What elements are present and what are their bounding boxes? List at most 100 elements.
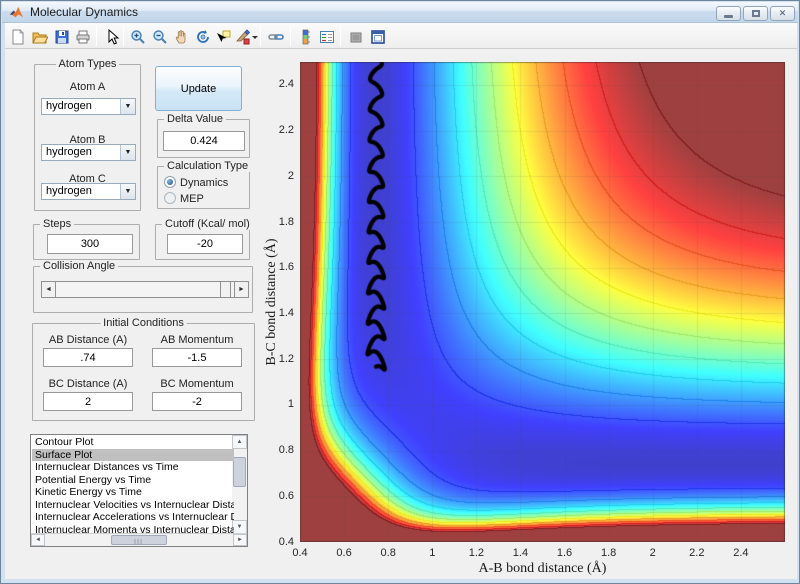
slider-left-arrow[interactable]: ◄	[42, 282, 56, 297]
y-tick-label: 1.6	[278, 261, 294, 274]
slider-thumb[interactable]	[220, 282, 231, 297]
collision-angle-slider[interactable]: ◄ ►	[41, 281, 249, 298]
link-plot-icon[interactable]	[266, 27, 286, 46]
scroll-up-icon[interactable]: ▲	[232, 435, 247, 449]
close-button[interactable]: ✕	[770, 6, 795, 21]
group-title: Cutoff (Kcal/ mol)	[162, 218, 253, 230]
y-axis-label: B-C bond distance (Å)	[264, 238, 279, 366]
atom-a-value: hydrogen	[46, 100, 92, 112]
scroll-right-icon[interactable]: ►	[233, 534, 247, 546]
edit-plot-pointer-icon[interactable]	[102, 27, 122, 46]
toolbar-separator	[340, 26, 341, 46]
toolbar-separator	[290, 26, 291, 46]
toolbar-separator	[123, 26, 124, 46]
y-tick-label: 2.2	[278, 124, 294, 137]
y-tick-label: 0.6	[278, 489, 294, 502]
group-title: Delta Value	[164, 113, 227, 125]
ab-momentum-label: AB Momentum	[160, 334, 234, 346]
x-tick-label: 1	[429, 547, 436, 559]
new-figure-icon[interactable]	[8, 27, 28, 46]
list-item[interactable]: Contour Plot	[32, 436, 234, 449]
chevron-down-icon[interactable]: ▼	[120, 184, 135, 199]
hide-plot-tools-icon[interactable]	[346, 27, 366, 46]
list-item[interactable]: Potential Energy vs Time	[32, 474, 234, 487]
ab-momentum-field[interactable]: -1.5	[152, 348, 242, 367]
save-figure-icon[interactable]	[52, 27, 72, 46]
x-tick-label: 2	[649, 547, 656, 559]
mep-radio[interactable]	[164, 192, 176, 204]
collision-angle-group: Collision Angle ◄ ►	[33, 260, 253, 313]
toolbar-separator	[96, 26, 97, 46]
list-item[interactable]: Surface Plot	[32, 448, 234, 461]
app-window: Molecular Dynamics ✕ Atom Types Atom A h…	[0, 0, 800, 584]
titlebar[interactable]: Molecular Dynamics ✕	[2, 2, 798, 23]
x-tick-label: 1.6	[556, 547, 573, 559]
group-title: Steps	[40, 218, 75, 230]
vertical-scroll-thumb[interactable]	[233, 457, 246, 487]
atom-c-value: hydrogen	[46, 185, 92, 197]
show-plot-tools-dock-icon[interactable]	[368, 27, 388, 46]
y-tick-label: 2	[287, 169, 294, 182]
scroll-down-icon[interactable]: ▼	[232, 520, 247, 534]
group-title: Calculation Type	[164, 160, 252, 172]
toolbar	[5, 23, 797, 49]
bc-momentum-label: BC Momentum	[160, 378, 234, 390]
bc-momentum-field[interactable]: -2	[152, 392, 242, 411]
y-tick-label: 1.2	[278, 352, 294, 365]
y-tick-label: 2.4	[278, 78, 294, 91]
toolbar-separator	[260, 26, 261, 46]
x-tick-label: 0.6	[336, 547, 352, 559]
atom-b-select[interactable]: hydrogen ▼	[41, 144, 136, 161]
insert-legend-icon[interactable]	[317, 27, 337, 46]
list-item[interactable]: Internuclear Accelerations vs Internucle…	[32, 511, 234, 524]
atom-a-select[interactable]: hydrogen ▼	[41, 98, 136, 115]
ab-distance-label: AB Distance (A)	[48, 334, 128, 346]
insert-colorbar-icon[interactable]	[296, 27, 316, 46]
list-item[interactable]: Kinetic Energy vs Time	[32, 486, 234, 499]
horizontal-scroll-thumb[interactable]	[111, 535, 167, 545]
list-item[interactable]: Internuclear Distances vs Time	[32, 461, 234, 474]
group-title: Atom Types	[55, 58, 120, 70]
bc-distance-field[interactable]: 2	[43, 392, 133, 411]
bc-distance-label: BC Distance (A)	[48, 378, 128, 390]
ab-distance-field[interactable]: .74	[43, 348, 133, 367]
list-vertical-scrollbar[interactable]: ▲ ▼	[232, 435, 247, 534]
x-tick-label: 1.8	[600, 547, 617, 559]
x-tick-label: 1.4	[512, 547, 529, 559]
figure-content: Atom Types Atom A hydrogen ▼ Atom B hydr…	[5, 23, 797, 579]
x-tick-label: 0.8	[380, 547, 396, 559]
print-icon[interactable]	[73, 27, 93, 46]
chevron-down-icon[interactable]: ▼	[120, 145, 135, 160]
atom-a-label: Atom A	[69, 81, 106, 93]
data-cursor-icon[interactable]	[213, 27, 233, 46]
y-tick-label: 1.8	[278, 215, 294, 228]
zoom-in-icon[interactable]	[128, 27, 148, 46]
x-tick-label: 2.4	[733, 547, 749, 559]
zoom-out-icon[interactable]	[150, 27, 170, 46]
delta-value-field[interactable]: 0.424	[163, 131, 245, 151]
update-button[interactable]: Update	[155, 66, 242, 111]
dynamics-radio-label: Dynamics	[180, 177, 229, 189]
window-title: Molecular Dynamics	[30, 5, 139, 19]
group-title: Collision Angle	[40, 260, 119, 272]
restore-button[interactable]	[743, 6, 768, 21]
y-tick-label: 0.8	[278, 444, 294, 457]
steps-field[interactable]: 300	[47, 234, 133, 254]
rotate-3d-icon[interactable]	[193, 27, 213, 46]
plot-type-listbox[interactable]: ▲ ▼ ◄ ► Contour Plot Surface Plot Internuc…	[30, 434, 248, 547]
list-item[interactable]: Internuclear Momenta vs Internuclear Dis…	[32, 524, 234, 537]
pan-icon[interactable]	[172, 27, 192, 46]
slider-right-arrow[interactable]: ►	[234, 282, 248, 297]
x-tick-label: 2.2	[689, 547, 705, 559]
list-item[interactable]: Internuclear Velocities vs Internuclear …	[32, 499, 234, 512]
atom-c-select[interactable]: hydrogen ▼	[41, 183, 136, 200]
x-tick-label: 0.4	[292, 547, 308, 559]
minimize-button[interactable]	[716, 6, 741, 21]
matlab-logo-icon	[9, 6, 24, 17]
dynamics-radio[interactable]	[164, 176, 176, 188]
potential-energy-surface-plot[interactable]	[300, 62, 785, 542]
chevron-down-icon[interactable]: ▼	[120, 99, 135, 114]
open-file-icon[interactable]	[30, 27, 50, 46]
x-axis-label: A-B bond distance (Å)	[478, 561, 607, 576]
cutoff-field[interactable]: -20	[167, 234, 243, 254]
